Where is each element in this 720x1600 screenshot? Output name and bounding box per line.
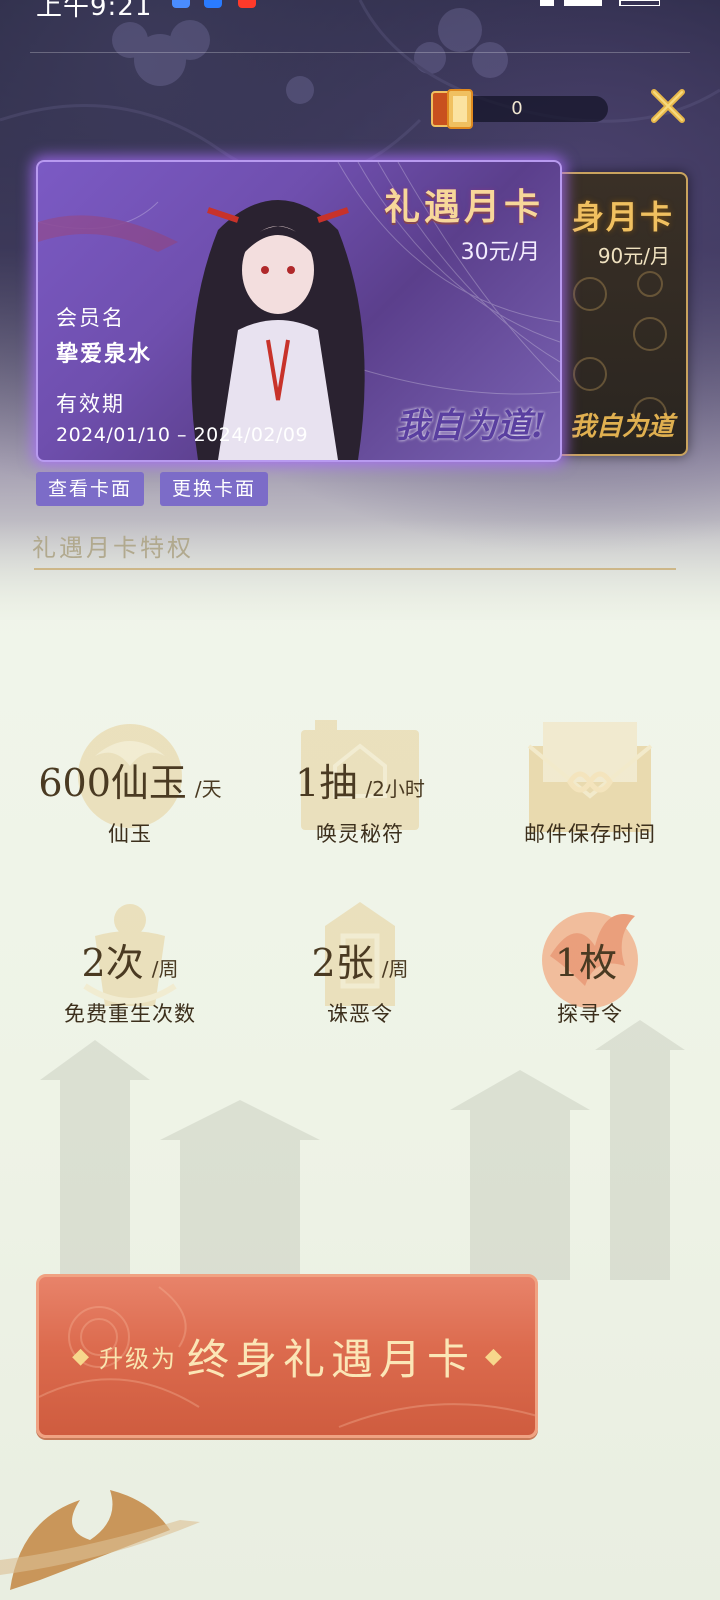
privilege-jade: 600仙玉/天 仙玉 xyxy=(10,716,250,886)
diamond-icon: ◆ xyxy=(485,1343,502,1369)
lifetime-card[interactable]: 身月卡 90元/月 我自为道 xyxy=(548,172,688,456)
privilege-label: 仙玉 xyxy=(108,822,152,846)
section-divider xyxy=(34,568,676,570)
lifetime-card-title: 身月卡 xyxy=(571,198,674,236)
cloud-ornament-icon xyxy=(0,1490,200,1590)
currency-value: 0 xyxy=(511,98,523,119)
signal-battery-icon xyxy=(540,0,660,6)
monthly-card-title: 礼遇月卡 xyxy=(383,186,544,228)
diamond-icon: ◆ xyxy=(72,1343,89,1369)
character-portrait xyxy=(191,200,365,460)
app-notification-icon-2 xyxy=(238,0,256,8)
privilege-value: 600仙玉/天 xyxy=(38,761,222,805)
member-name: 挚爱泉水 xyxy=(56,342,153,367)
upgrade-content: ◆ 升级为 终身礼遇月卡 ◆ xyxy=(39,1277,535,1435)
validity-label: 有效期 xyxy=(56,392,125,416)
privilege-value: 2次/周 xyxy=(81,941,179,985)
privilege-value: 1枚 xyxy=(554,941,618,985)
header-divider xyxy=(30,52,690,53)
section-title: 礼遇月卡特权 xyxy=(32,534,194,562)
lifetime-card-price: 90元/月 xyxy=(597,244,670,268)
card-logo: 我自为道! xyxy=(395,406,546,446)
status-time: 上午9:21 xyxy=(36,0,153,22)
privilege-label: 诛恶令 xyxy=(327,1002,393,1026)
notification-icon xyxy=(172,0,190,8)
view-card-button[interactable]: 查看卡面 xyxy=(36,472,145,506)
currency-display[interactable]: 0 xyxy=(430,88,610,129)
member-label: 会员名 xyxy=(56,306,125,330)
lifetime-card-logo: 我自为道 xyxy=(569,412,674,442)
privilege-label: 邮件保存时间 xyxy=(524,822,656,846)
close-icon[interactable] xyxy=(648,86,688,126)
privilege-label: 探寻令 xyxy=(557,1002,623,1026)
app-root: 上午9:21 0 身月卡 90元/月 我自为道 礼遇月卡 30元/月 会员名 挚… xyxy=(0,0,720,1600)
monthly-card-price: 30元/月 xyxy=(460,240,540,265)
privilege-explore-order: 1枚 探寻令 xyxy=(470,896,710,1066)
privilege-summon-talisman: 1抽/2小时 唤灵秘符 xyxy=(240,716,480,886)
privilege-label: 唤灵秘符 xyxy=(316,822,404,846)
upgrade-button[interactable]: ◆ 升级为 终身礼遇月卡 ◆ xyxy=(36,1274,538,1438)
privilege-punish-order: 2张/周 诛恶令 xyxy=(240,896,480,1066)
privilege-mail-storage: 邮件保存时间 xyxy=(470,716,710,886)
status-bar: 上午9:21 xyxy=(0,0,720,22)
change-card-button[interactable]: 更换卡面 xyxy=(160,472,269,506)
privilege-label: 免费重生次数 xyxy=(64,1002,196,1026)
privilege-free-rebirth: 2次/周 免费重生次数 xyxy=(10,896,250,1066)
monthly-card[interactable]: 礼遇月卡 30元/月 会员名 挚爱泉水 有效期 2024/01/10 – 202… xyxy=(36,160,562,462)
privilege-value: 2张/周 xyxy=(311,941,409,985)
validity-period: 2024/01/10 – 2024/02/09 xyxy=(56,424,309,446)
upgrade-prefix: 升级为 xyxy=(98,1344,177,1373)
upgrade-title: 终身礼遇月卡 xyxy=(186,1334,475,1384)
privilege-value: 1抽/2小时 xyxy=(295,761,425,805)
app-notification-icon xyxy=(204,0,222,8)
